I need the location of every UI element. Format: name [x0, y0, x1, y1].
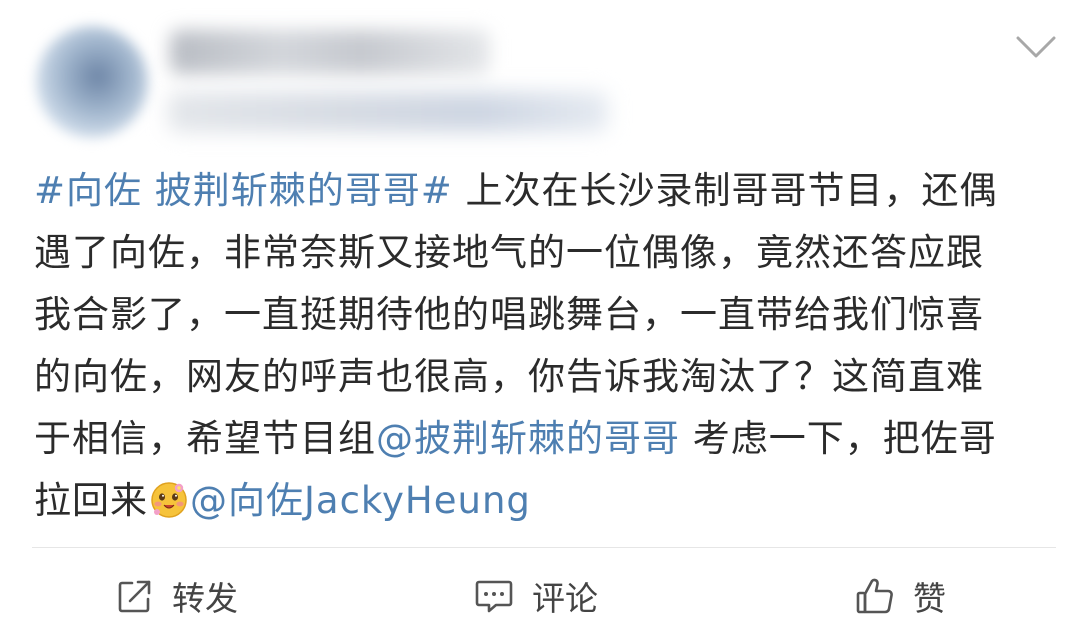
repost-button[interactable]: 转发: [116, 572, 238, 620]
username-blurred[interactable]: [170, 30, 490, 74]
post-meta-blurred: [168, 92, 608, 132]
comment-label: 评论: [532, 579, 598, 618]
post-text: 我合影了，一直挺期待他的唱跳舞台，一直带给我们惊喜: [34, 293, 984, 336]
post-text: 遇了向佐，非常奈斯又接地气的一位偶像，竟然还答应跟: [34, 231, 984, 274]
comment-icon: [475, 580, 513, 613]
mention-link-show[interactable]: @披荆斩棘的哥哥: [376, 417, 680, 460]
repost-label: 转发: [172, 579, 238, 618]
post-line: 于相信，希望节目组@披荆斩棘的哥哥 考虑一下，把佐哥: [34, 408, 1046, 470]
post-text: 于相信，希望节目组: [34, 417, 376, 460]
thumbs-up-icon: [856, 578, 893, 614]
share-icon: [118, 580, 151, 613]
like-label: 赞: [913, 579, 946, 618]
mention-link-user[interactable]: @向佐JackyHeung: [190, 479, 531, 522]
post-line: 遇了向佐，非常奈斯又接地气的一位偶像，竟然还答应跟: [34, 222, 1046, 284]
post-text: 考虑一下，把佐哥: [680, 417, 997, 460]
post-line: #向佐 披荆斩棘的哥哥# 上次在长沙录制哥哥节目，还偶: [34, 160, 1046, 222]
post-line: 的向佐，网友的呼声也很高，你告诉我淘汰了？这简直难: [34, 346, 1046, 408]
post-header: [0, 0, 1080, 150]
post-line: 拉回来 @向佐JackyHeung: [34, 470, 1046, 532]
like-button[interactable]: 赞: [855, 572, 946, 620]
post-text: 的向佐，网友的呼声也很高，你告诉我淘汰了？这简直难: [34, 355, 984, 398]
cute-face-emoji: [148, 476, 190, 518]
comment-button[interactable]: 评论: [474, 572, 598, 620]
divider: [32, 547, 1056, 548]
topic-link[interactable]: #向佐 披荆斩棘的哥哥#: [34, 169, 453, 212]
chevron-down-icon[interactable]: [1014, 30, 1058, 64]
avatar[interactable]: [36, 26, 148, 138]
action-bar: 转发 评论 赞: [0, 560, 1080, 632]
post-line: 我合影了，一直挺期待他的唱跳舞台，一直带给我们惊喜: [34, 284, 1046, 346]
post-body: #向佐 披荆斩棘的哥哥# 上次在长沙录制哥哥节目，还偶 遇了向佐，非常奈斯又接地…: [34, 160, 1046, 532]
post-text: 拉回来: [34, 479, 148, 522]
post-text: 上次在长沙录制哥哥节目，还偶: [452, 169, 998, 212]
